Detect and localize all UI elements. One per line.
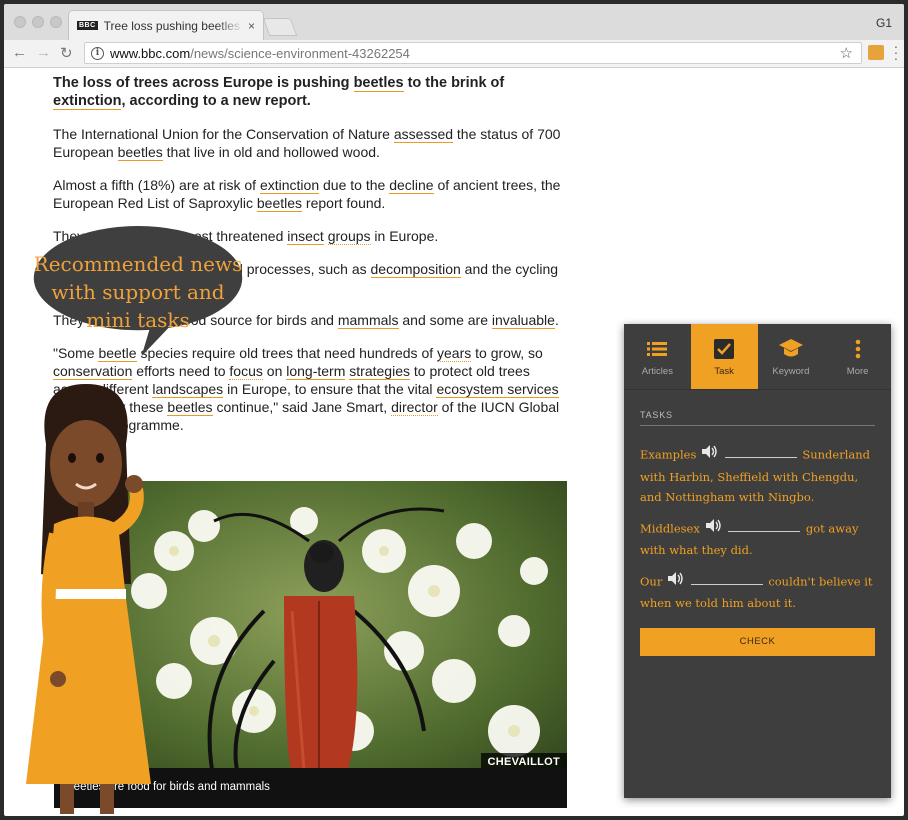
article-lead: The loss of trees across Europe is pushi…: [53, 75, 505, 110]
keyword[interactable]: focus: [229, 363, 263, 380]
panel-tabs: Articles Task Keyword More: [624, 324, 891, 390]
back-icon[interactable]: ←: [12, 44, 27, 61]
tab-strip: BBC Tree loss pushing beetles to the × G…: [4, 4, 904, 40]
task-item: Middlesex got away with what they did.: [640, 518, 875, 561]
answer-blank[interactable]: [724, 444, 797, 459]
cartoon-character: [26, 384, 151, 814]
minimize-window-button[interactable]: [32, 16, 44, 28]
url-host: www.bbc.com: [110, 45, 191, 61]
keyword[interactable]: beetles: [256, 195, 303, 212]
keyword[interactable]: invaluable: [491, 312, 555, 329]
close-tab-icon[interactable]: ×: [248, 19, 255, 33]
checkbox-icon: [714, 336, 735, 362]
keyword[interactable]: assessed: [393, 126, 454, 143]
bbc-favicon-icon: BBC: [77, 21, 98, 30]
tab-title: Tree loss pushing beetles to the: [103, 18, 244, 33]
keyword[interactable]: extinction: [53, 93, 122, 110]
tab-keyword[interactable]: Keyword: [758, 324, 825, 389]
keyword[interactable]: director: [391, 399, 438, 416]
tab-label: Articles: [641, 366, 673, 377]
browser-tab[interactable]: BBC Tree loss pushing beetles to the ×: [68, 10, 264, 40]
speaker-icon[interactable]: [705, 518, 721, 539]
tab-articles[interactable]: Articles: [624, 324, 691, 389]
keyword[interactable]: groups: [327, 228, 371, 245]
tab-label: More: [846, 366, 869, 377]
keyword[interactable]: insect: [287, 228, 324, 245]
keyword[interactable]: ecosystem services: [436, 381, 559, 398]
close-window-button[interactable]: [14, 16, 26, 28]
keyword[interactable]: years: [437, 345, 472, 362]
browser-toolbar: ← → ↻ i www.bbc.com/news/science-environ…: [4, 39, 904, 68]
speech-bubble-text: Recommended news with support and mini t…: [33, 252, 243, 332]
answer-blank[interactable]: [690, 571, 763, 585]
tab-task[interactable]: Task: [690, 324, 758, 389]
keyword[interactable]: beetles: [117, 144, 163, 161]
more-vertical-icon: [855, 336, 861, 362]
article-paragraph: The International Union for the Conserva…: [53, 126, 561, 161]
star-icon[interactable]: ☆: [840, 44, 853, 62]
tab-label: Keyword: [772, 366, 810, 377]
task-item: Our couldn't believe it when we told him…: [640, 571, 875, 614]
keyword[interactable]: long-term: [286, 363, 346, 380]
reload-icon[interactable]: ↻: [60, 44, 73, 62]
keyword[interactable]: strategies: [349, 363, 410, 380]
profile-button[interactable]: G1: [876, 16, 892, 30]
task-panel: Articles Task Keyword More TASKS Example…: [624, 324, 891, 798]
graduation-cap-icon: [778, 336, 803, 362]
browser-window: BBC Tree loss pushing beetles to the × G…: [0, 0, 908, 820]
tab-more[interactable]: More: [824, 324, 891, 389]
keyword[interactable]: mammals: [337, 312, 399, 329]
menu-icon[interactable]: · · ·: [892, 39, 900, 65]
keyword[interactable]: conservation: [53, 363, 133, 380]
tasks-heading: TASKS: [640, 410, 875, 426]
check-button[interactable]: CHECK: [640, 627, 875, 656]
list-icon: [647, 336, 668, 362]
keyword[interactable]: decline: [389, 177, 434, 194]
keyword[interactable]: decomposition: [370, 261, 461, 278]
maximize-window-button[interactable]: [50, 16, 62, 28]
answer-blank[interactable]: [728, 518, 801, 532]
article-paragraph: Almost a fifth (18%) are at risk of exti…: [53, 177, 561, 212]
new-tab-button[interactable]: [262, 18, 298, 36]
panel-body: TASKS Examples Sunderland with Harbin, S…: [624, 390, 891, 676]
tab-label: Task: [714, 366, 734, 377]
task-item: Examples Sunderland with Harbin, Sheffie…: [640, 444, 875, 508]
forward-icon[interactable]: →: [36, 44, 51, 61]
address-bar[interactable]: i www.bbc.com/news/science-environment-4…: [84, 42, 862, 64]
keyword[interactable]: beetles: [353, 75, 404, 92]
extension-icon[interactable]: [868, 45, 884, 60]
info-icon[interactable]: i: [91, 46, 104, 60]
keyword[interactable]: extinction: [259, 177, 320, 194]
speaker-icon[interactable]: [668, 571, 683, 592]
speaker-icon[interactable]: [702, 444, 717, 465]
url-path: /news/science-environment-43262254: [190, 45, 410, 61]
